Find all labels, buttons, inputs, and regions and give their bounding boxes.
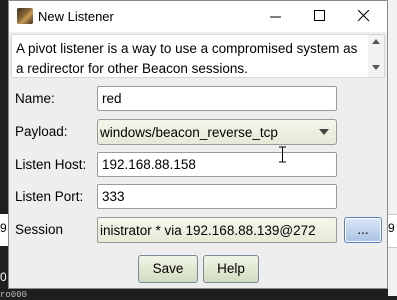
help-button[interactable]: Help xyxy=(203,255,259,283)
payload-dropdown[interactable]: windows/beacon_reverse_tcp xyxy=(97,119,337,145)
maximize-button[interactable] xyxy=(298,1,342,32)
listen-port-field-box xyxy=(97,184,337,209)
browse-session-button[interactable]: ... xyxy=(344,217,382,243)
payload-selected-value: windows/beacon_reverse_tcp xyxy=(100,125,278,140)
minimize-button[interactable] xyxy=(254,1,298,32)
background-app-right: 9 xyxy=(388,0,397,296)
scroll-up-icon[interactable] xyxy=(372,39,380,44)
background-app-left: 9 0 ro000 xyxy=(0,0,27,300)
close-icon xyxy=(358,10,370,22)
session-field[interactable]: inistrator * via 192.168.88.139@272 xyxy=(97,217,337,243)
description-text: A pivot listener is a way to use a compr… xyxy=(16,41,358,76)
background-text: 9 xyxy=(0,221,7,235)
scroll-down-icon[interactable] xyxy=(372,65,380,70)
payload-label: Payload: xyxy=(15,124,68,139)
session-value: inistrator * via 192.168.88.139@272 xyxy=(100,223,316,238)
title-bar[interactable]: New Listener xyxy=(9,1,387,32)
listen-host-field-box xyxy=(97,152,337,177)
maximize-icon xyxy=(314,10,325,21)
description-box: A pivot listener is a way to use a compr… xyxy=(11,34,385,78)
background-text: ro000 xyxy=(0,290,28,300)
name-input[interactable] xyxy=(98,87,336,110)
chevron-down-icon xyxy=(319,129,329,135)
background-text: 9 xyxy=(388,221,395,235)
app-icon xyxy=(17,8,33,24)
close-button[interactable] xyxy=(342,1,386,32)
window-title: New Listener xyxy=(38,9,114,24)
browse-session-label: ... xyxy=(357,223,369,237)
new-listener-dialog: New Listener A pivot listener is a way t… xyxy=(8,0,388,289)
listen-host-label: Listen Host: xyxy=(15,157,87,172)
listen-port-label: Listen Port: xyxy=(15,189,84,204)
listen-port-input[interactable] xyxy=(98,185,336,208)
minimize-icon xyxy=(270,16,281,18)
text-cursor-icon xyxy=(279,146,286,163)
name-label: Name: xyxy=(15,91,55,106)
save-button[interactable]: Save xyxy=(138,255,198,283)
background-text: 0 xyxy=(0,270,7,284)
description-scrollbar[interactable] xyxy=(368,35,384,77)
session-label: Session xyxy=(15,222,64,237)
name-field-box xyxy=(97,86,337,111)
listen-host-input[interactable] xyxy=(98,153,336,176)
